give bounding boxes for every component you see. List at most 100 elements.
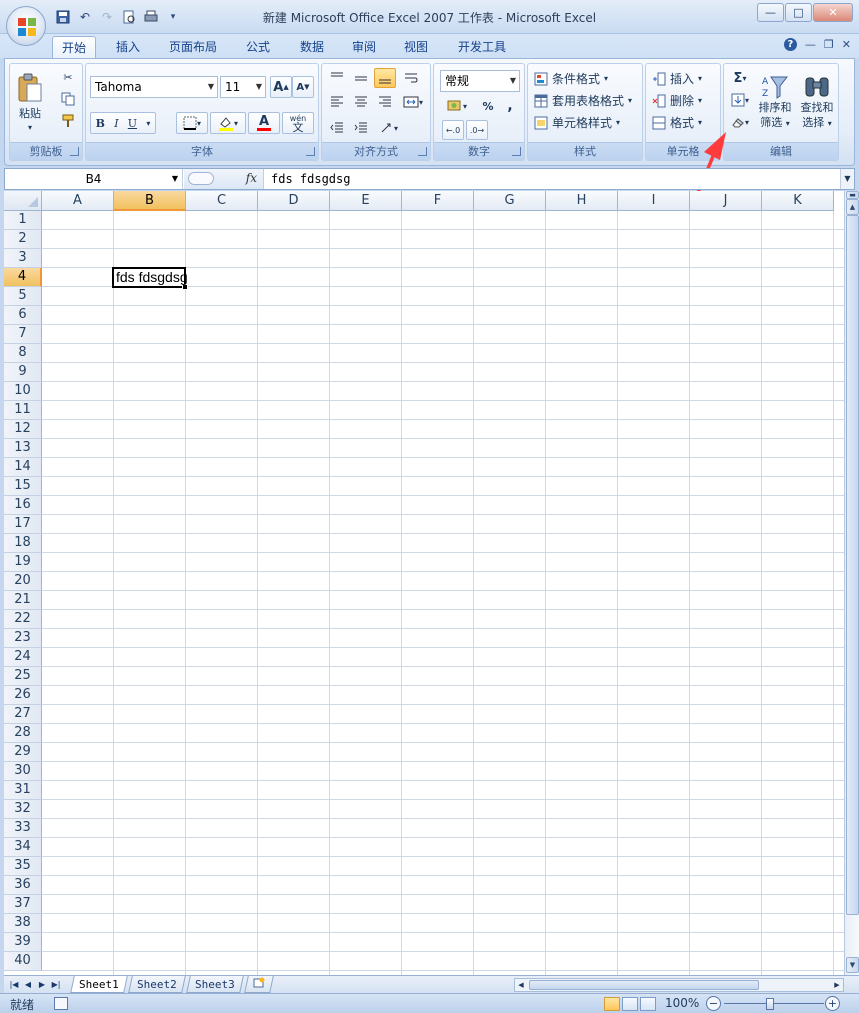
underline-dropdown-icon[interactable]: ▾ — [146, 119, 150, 128]
format-painter-icon[interactable] — [58, 112, 78, 130]
tab-home[interactable]: 开始 — [52, 36, 96, 58]
row-header-5[interactable]: 5 — [4, 287, 42, 306]
column-header-b[interactable]: B — [114, 191, 186, 211]
align-bottom-icon[interactable] — [374, 68, 396, 88]
row-header-38[interactable]: 38 — [4, 914, 42, 933]
row-header-32[interactable]: 32 — [4, 800, 42, 819]
row-header-4[interactable]: 4 — [4, 268, 42, 287]
name-box-dropdown-icon[interactable]: ▼ — [172, 169, 178, 189]
delete-cells-button[interactable]: 删除 ▾ — [652, 92, 702, 109]
row-header-6[interactable]: 6 — [4, 306, 42, 325]
cell-styles-button[interactable]: 单元格样式 ▾ — [534, 114, 620, 131]
conditional-format-button[interactable]: 条件格式 ▾ — [534, 70, 608, 87]
split-box-vertical[interactable]: ▬ — [846, 191, 859, 199]
row-header-8[interactable]: 8 — [4, 344, 42, 363]
row-header-27[interactable]: 27 — [4, 705, 42, 724]
font-size-combo[interactable]: 11 ▼ — [220, 76, 266, 98]
scroll-right-button[interactable]: ▶ — [831, 979, 843, 991]
italic-button[interactable]: I — [114, 117, 118, 130]
percent-button[interactable]: % — [478, 96, 498, 116]
zoom-out-button[interactable]: − — [706, 996, 721, 1011]
format-cells-button[interactable]: 格式 ▾ — [652, 114, 702, 131]
format-as-table-button[interactable]: 套用表格格式 ▾ — [534, 92, 632, 109]
align-top-icon[interactable] — [326, 68, 348, 88]
cells-area[interactable] — [42, 211, 844, 975]
orientation-icon[interactable]: ▾ — [374, 118, 404, 138]
prev-sheet-icon[interactable]: ◀ — [22, 978, 34, 992]
row-header-3[interactable]: 3 — [4, 249, 42, 268]
column-header-d[interactable]: D — [258, 191, 330, 211]
row-header-24[interactable]: 24 — [4, 648, 42, 667]
bold-button[interactable]: B — [96, 117, 105, 130]
row-header-36[interactable]: 36 — [4, 876, 42, 895]
row-header-17[interactable]: 17 — [4, 515, 42, 534]
row-header-39[interactable]: 39 — [4, 933, 42, 952]
ribbon-restore-icon[interactable]: ❐ — [824, 38, 834, 51]
name-box[interactable]: B4 ▼ — [5, 169, 183, 189]
row-header-34[interactable]: 34 — [4, 838, 42, 857]
accounting-format-icon[interactable]: ▾ — [440, 96, 474, 116]
help-icon[interactable]: ? — [783, 38, 797, 51]
sort-filter-button[interactable]: A Z 排序和 筛选 ▾ — [756, 68, 794, 136]
autosum-icon[interactable]: Σ ▾ — [728, 68, 752, 88]
macro-record-icon[interactable] — [54, 997, 68, 1010]
office-button[interactable] — [6, 6, 46, 46]
minimize-button[interactable]: — — [757, 3, 784, 22]
row-header-29[interactable]: 29 — [4, 743, 42, 762]
merge-center-icon[interactable]: ▾ — [398, 92, 428, 112]
alignment-launcher-icon[interactable] — [418, 147, 427, 156]
row-header-13[interactable]: 13 — [4, 439, 42, 458]
row-header-40[interactable]: 40 — [4, 952, 42, 971]
insert-cells-button[interactable]: 插入 ▾ — [652, 70, 702, 87]
next-sheet-icon[interactable]: ▶ — [36, 978, 48, 992]
clipboard-launcher-icon[interactable] — [70, 147, 79, 156]
column-header-g[interactable]: G — [474, 191, 546, 211]
formula-splitter-handle[interactable] — [188, 172, 214, 185]
column-header-a[interactable]: A — [42, 191, 114, 211]
column-header-j[interactable]: J — [690, 191, 762, 211]
row-header-18[interactable]: 18 — [4, 534, 42, 553]
underline-button[interactable]: U — [128, 117, 137, 130]
sheet-tab-sheet3[interactable]: Sheet3 — [186, 976, 244, 993]
number-format-combo[interactable]: 常规 ▼ — [440, 70, 520, 92]
ribbon-minimize-icon[interactable]: — — [805, 38, 816, 51]
first-sheet-icon[interactable]: |◀ — [8, 978, 20, 992]
column-header-k[interactable]: K — [762, 191, 834, 211]
find-select-button[interactable]: 查找和 选择 ▾ — [798, 68, 836, 136]
column-header-i[interactable]: I — [618, 191, 690, 211]
fill-icon[interactable]: ▾ — [728, 90, 752, 110]
row-header-31[interactable]: 31 — [4, 781, 42, 800]
number-launcher-icon[interactable] — [512, 147, 521, 156]
sheet-tab-sheet2[interactable]: Sheet2 — [128, 976, 186, 993]
font-name-combo[interactable]: Tahoma ▼ — [90, 76, 218, 98]
phonetic-button[interactable]: wén 文 — [282, 112, 314, 134]
align-left-icon[interactable] — [326, 92, 348, 112]
row-header-12[interactable]: 12 — [4, 420, 42, 439]
zoom-slider-thumb[interactable] — [766, 998, 774, 1010]
increase-decimal-icon[interactable]: ←.0 — [442, 120, 464, 140]
row-header-11[interactable]: 11 — [4, 401, 42, 420]
borders-button[interactable]: ▾ — [176, 112, 208, 134]
last-sheet-icon[interactable]: ▶| — [50, 978, 62, 992]
row-header-2[interactable]: 2 — [4, 230, 42, 249]
scroll-down-button[interactable]: ▼ — [846, 957, 859, 973]
font-color-button[interactable]: A — [248, 112, 280, 134]
paste-button[interactable]: 粘贴 ▾ — [14, 68, 46, 136]
shrink-font-button[interactable]: A ▼ — [292, 76, 314, 98]
fill-color-button[interactable]: ▾ — [210, 112, 246, 134]
tab-review[interactable]: 审阅 — [342, 36, 386, 58]
row-header-15[interactable]: 15 — [4, 477, 42, 496]
tab-view[interactable]: 视图 — [394, 36, 438, 58]
insert-function-button[interactable]: fx — [246, 171, 257, 185]
vertical-scrollbar[interactable]: ▬ ▲ ▼ — [844, 191, 859, 975]
row-header-20[interactable]: 20 — [4, 572, 42, 591]
align-right-icon[interactable] — [374, 92, 396, 112]
row-header-22[interactable]: 22 — [4, 610, 42, 629]
normal-view-button[interactable] — [604, 997, 620, 1011]
horizontal-scrollbar[interactable]: ◀ ▶ — [514, 978, 844, 992]
tab-developer[interactable]: 开发工具 — [448, 36, 516, 58]
maximize-button[interactable]: □ — [785, 3, 812, 22]
sheet-tab-sheet1[interactable]: Sheet1 — [70, 976, 128, 993]
horizontal-scroll-thumb[interactable] — [529, 980, 759, 990]
close-button[interactable]: ✕ — [813, 3, 853, 22]
